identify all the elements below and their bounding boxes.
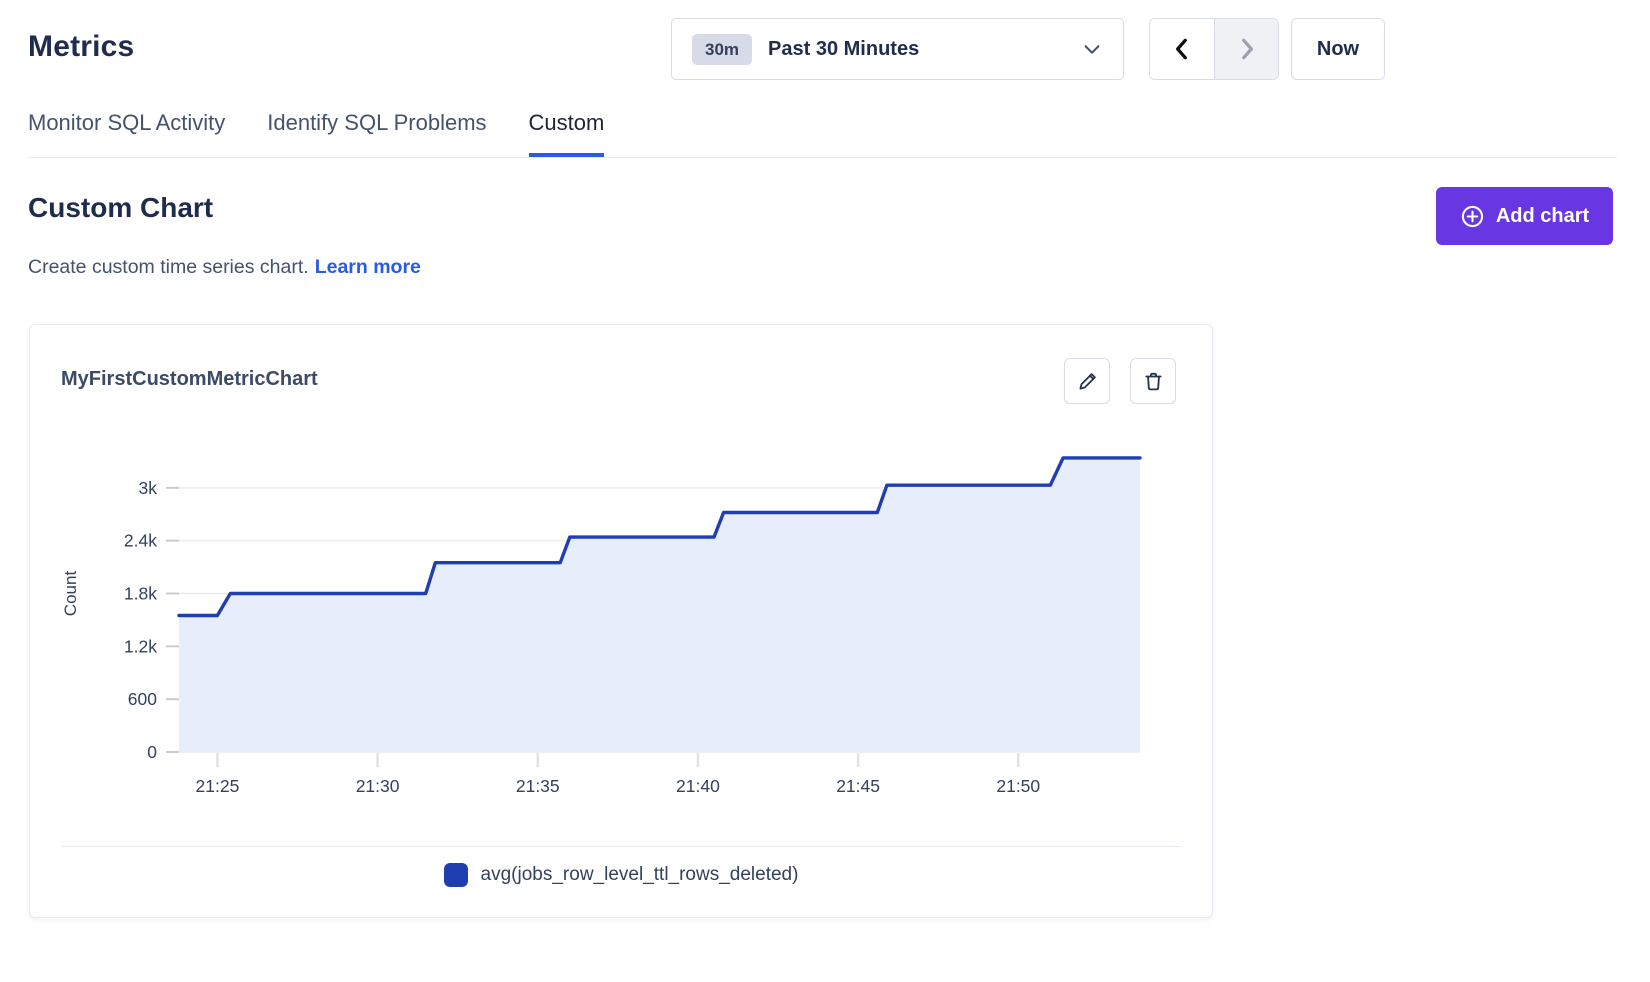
x-tick-label: 21:45: [836, 776, 880, 796]
time-range-label: Past 30 Minutes: [768, 38, 1081, 61]
chart-legend[interactable]: avg(jobs_row_level_ttl_rows_deleted): [30, 863, 1212, 887]
chevron-down-icon: [1081, 38, 1103, 60]
chevron-right-icon: [1234, 36, 1260, 62]
y-tick-label: 1.8k: [124, 584, 157, 604]
y-tick-label: 0: [147, 742, 157, 762]
time-range-badge: 30m: [692, 34, 752, 65]
add-chart-label: Add chart: [1496, 205, 1589, 228]
x-tick-label: 21:35: [516, 776, 560, 796]
series-area: [179, 458, 1140, 752]
y-axis-title: Count: [61, 571, 80, 617]
tab-monitor-sql-activity[interactable]: Monitor SQL Activity: [28, 104, 225, 157]
x-tick-label: 21:25: [196, 776, 240, 796]
page-title: Metrics: [28, 30, 134, 64]
add-chart-button[interactable]: Add chart: [1436, 187, 1613, 245]
custom-chart-card: MyFirstCustomMetricChart 06001.2k1.8k2.4…: [29, 324, 1213, 918]
section-description: Create custom time series chart. Learn mo…: [28, 256, 421, 279]
y-tick-label: 600: [128, 689, 157, 709]
x-tick-label: 21:30: [356, 776, 400, 796]
learn-more-link[interactable]: Learn more: [315, 256, 421, 278]
x-tick-label: 21:50: [996, 776, 1040, 796]
x-tick-label: 21:40: [676, 776, 720, 796]
tab-bar: Monitor SQL Activity Identify SQL Proble…: [28, 104, 1617, 158]
legend-series-label: avg(jobs_row_level_ttl_rows_deleted): [481, 864, 799, 886]
y-tick-label: 2.4k: [124, 531, 157, 551]
time-range-dropdown[interactable]: 30m Past 30 Minutes: [671, 18, 1124, 80]
time-pager: [1149, 18, 1279, 80]
legend-swatch: [444, 863, 468, 887]
now-button[interactable]: Now: [1291, 18, 1385, 80]
y-tick-label: 1.2k: [124, 636, 157, 656]
metrics-page: Metrics 30m Past 30 Minutes Now Monitor …: [0, 0, 1650, 982]
plus-circle-icon: [1460, 204, 1485, 229]
tab-custom[interactable]: Custom: [529, 104, 605, 157]
next-time-button[interactable]: [1214, 19, 1278, 79]
prev-time-button[interactable]: [1150, 19, 1214, 79]
chevron-left-icon: [1169, 36, 1195, 62]
section-heading: Custom Chart: [28, 192, 213, 224]
description-text: Create custom time series chart.: [28, 256, 309, 278]
y-tick-label: 3k: [139, 478, 158, 498]
tab-identify-sql-problems[interactable]: Identify SQL Problems: [267, 104, 486, 157]
legend-divider: [61, 846, 1182, 847]
time-series-chart: 0 600 1.2k 1.8k 2.4k 3k 21:25 21:30 21:35 21:40 21…: [30, 325, 1214, 835]
